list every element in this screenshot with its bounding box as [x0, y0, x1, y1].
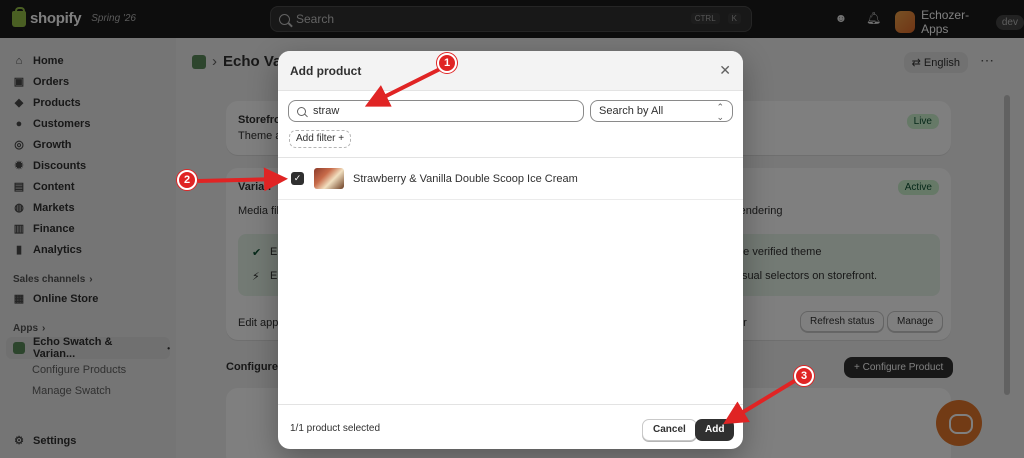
add-filter-button[interactable]: Add filter + — [289, 130, 352, 148]
select-value: Search by All — [599, 105, 664, 117]
add-product-modal: Add product ✕ straw Search by All ⌃ ⌄ Add… — [278, 51, 743, 449]
chevron-up-down-icon: ⌃ ⌄ — [716, 102, 724, 122]
product-row[interactable]: ✓ Strawberry & Vanilla Double Scoop Ice … — [278, 158, 743, 200]
modal-title: Add product — [290, 64, 362, 78]
product-thumbnail — [314, 168, 344, 189]
add-button[interactable]: Add — [695, 419, 735, 441]
product-checkbox[interactable]: ✓ — [291, 172, 304, 185]
selected-count: 1/1 product selected — [290, 423, 381, 434]
step-badge-2: 2 — [177, 170, 197, 190]
search-input-value: straw — [313, 105, 340, 117]
modal-footer: 1/1 product selected Cancel Add — [278, 404, 743, 449]
product-search-input[interactable]: straw — [288, 100, 584, 122]
product-name: Strawberry & Vanilla Double Scoop Ice Cr… — [353, 173, 578, 185]
cancel-button[interactable]: Cancel — [642, 419, 697, 441]
close-icon[interactable]: ✕ — [719, 62, 731, 79]
modal-header: Add product ✕ — [278, 51, 743, 91]
step-badge-1: 1 — [437, 53, 457, 73]
step-badge-3: 3 — [794, 366, 814, 386]
search-by-select[interactable]: Search by All ⌃ ⌄ — [590, 100, 733, 122]
search-icon — [297, 106, 306, 116]
